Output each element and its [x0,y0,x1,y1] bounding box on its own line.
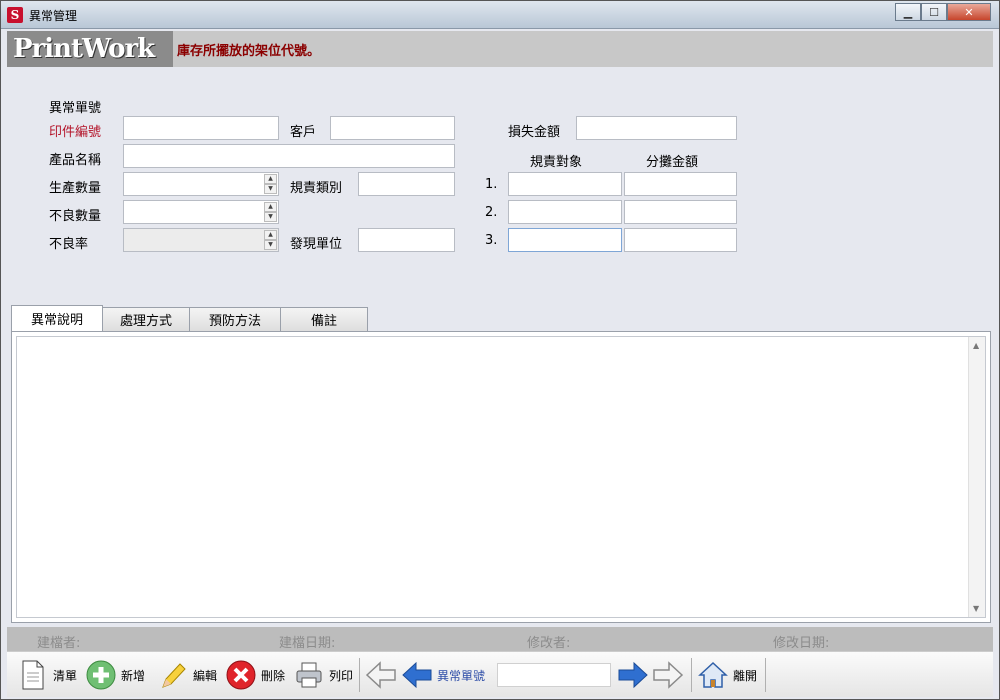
spin-down-icon[interactable]: ▼ [264,184,277,194]
anomaly-no-label: 異常單號 [49,101,102,116]
print-no-field[interactable] [123,116,279,140]
responsibility-type-label: 規責類別 [290,181,343,196]
defect-qty-spinner[interactable]: ▲ ▼ [264,202,277,222]
print-button[interactable]: 列印 [293,656,353,694]
spin-up-icon[interactable]: ▲ [264,202,277,212]
home-icon [697,659,729,691]
modified-date-label: 修改日期: [773,636,830,651]
created-date-label: 建檔日期: [279,636,336,651]
header-message: 庫存所擺放的架位代號。 [177,44,321,59]
allocated-amount-field-1[interactable] [624,172,737,196]
vertical-scrollbar[interactable]: ▲ ▼ [968,337,985,617]
bottom-toolbar: 清單 新增 編輯 刪除 列印 異常單號 離開 [7,651,993,697]
loss-amount-label: 損失金額 [508,125,561,140]
responsible-target-field-3[interactable] [508,228,622,252]
responsible-target-field-1[interactable] [508,172,622,196]
arrow-left-icon [401,659,433,691]
toolbar-separator [359,658,360,692]
header-band: PrintWork 庫存所擺放的架位代號。 [7,31,993,67]
tab-panel: ▲ ▼ [11,331,991,623]
customer-field[interactable] [330,116,455,140]
toolbar-separator [691,658,692,692]
production-qty-label: 生產數量 [49,181,102,196]
allocated-amount-field-3[interactable] [624,228,737,252]
found-unit-field[interactable] [358,228,455,252]
main-window: S 異常管理 ▁ ☐ ✕ PrintWork 庫存所擺放的架位代號。 異常單號 … [0,0,1000,700]
spin-down-icon[interactable]: ▼ [264,240,277,250]
nav-label: 異常單號 [437,668,486,683]
defect-qty-field[interactable]: ▲ ▼ [123,200,279,224]
description-textarea[interactable]: ▲ ▼ [16,336,986,618]
tab-anomaly-description[interactable]: 異常說明 [11,305,103,331]
arrow-right-outline-icon [652,659,684,691]
responsible-target-field-2[interactable] [508,200,622,224]
product-name-label: 產品名稱 [49,153,102,168]
status-bar: 建檔者: 建檔日期: 修改者: 修改日期: [7,627,993,651]
window-controls: ▁ ☐ ✕ [895,3,991,21]
tab-strip: 異常說明 處理方式 預防方法 備註 [11,305,368,331]
scroll-down-icon[interactable]: ▼ [973,604,979,613]
arrow-right-icon [617,659,649,691]
defect-qty-label: 不良數量 [49,209,102,224]
defect-rate-spinner[interactable]: ▲ ▼ [264,230,277,250]
production-qty-spinner[interactable]: ▲ ▼ [264,174,277,194]
maximize-button[interactable]: ☐ [921,3,947,21]
document-icon [17,659,49,691]
title-bar: S 異常管理 ▁ ☐ ✕ [1,1,999,29]
spin-up-icon[interactable]: ▲ [264,230,277,240]
add-button[interactable]: 新增 [85,656,145,694]
responsible-target-header: 規責對象 [530,155,583,170]
add-icon [85,659,117,691]
allocated-amount-field-2[interactable] [624,200,737,224]
row-number: 3. [485,233,498,248]
first-record-button[interactable] [365,656,397,694]
production-qty-field[interactable]: ▲ ▼ [123,172,279,196]
arrow-left-outline-icon [365,659,397,691]
allocated-amount-header: 分攤金額 [646,155,699,170]
customer-label: 客戶 [290,125,317,140]
defect-rate-field: ▲ ▼ [123,228,279,252]
edit-button[interactable]: 編輯 [157,656,217,694]
defect-rate-label: 不良率 [49,237,89,252]
found-unit-label: 發現單位 [290,237,343,252]
exit-button[interactable]: 離開 [697,656,757,694]
product-name-field[interactable] [123,144,455,168]
close-button[interactable]: ✕ [947,3,991,21]
delete-icon [225,659,257,691]
minimize-button[interactable]: ▁ [895,3,921,21]
creator-label: 建檔者: [37,636,81,651]
modifier-label: 修改者: [527,636,571,651]
print-no-label: 印件編號 [49,125,102,140]
row-number: 1. [485,177,498,192]
window-title: 異常管理 [29,9,78,23]
row-number: 2. [485,205,498,220]
record-number-input[interactable] [497,663,611,687]
pencil-icon [157,659,189,691]
next-record-button[interactable] [617,656,649,694]
clear-button[interactable]: 清單 [17,656,77,694]
scroll-up-icon[interactable]: ▲ [973,341,979,350]
logo: PrintWork [7,31,173,67]
tab-prevention-method[interactable]: 預防方法 [189,307,281,331]
spin-up-icon[interactable]: ▲ [264,174,277,184]
last-record-button[interactable] [652,656,684,694]
tab-remarks[interactable]: 備註 [280,307,368,331]
tab-handling-method[interactable]: 處理方式 [102,307,190,331]
app-icon: S [7,7,23,23]
previous-record-button[interactable]: 異常單號 [401,656,485,694]
toolbar-separator [765,658,766,692]
spin-down-icon[interactable]: ▼ [264,212,277,222]
printer-icon [293,659,325,691]
responsibility-type-field[interactable] [358,172,455,196]
loss-amount-field[interactable] [576,116,737,140]
delete-button[interactable]: 刪除 [225,656,285,694]
